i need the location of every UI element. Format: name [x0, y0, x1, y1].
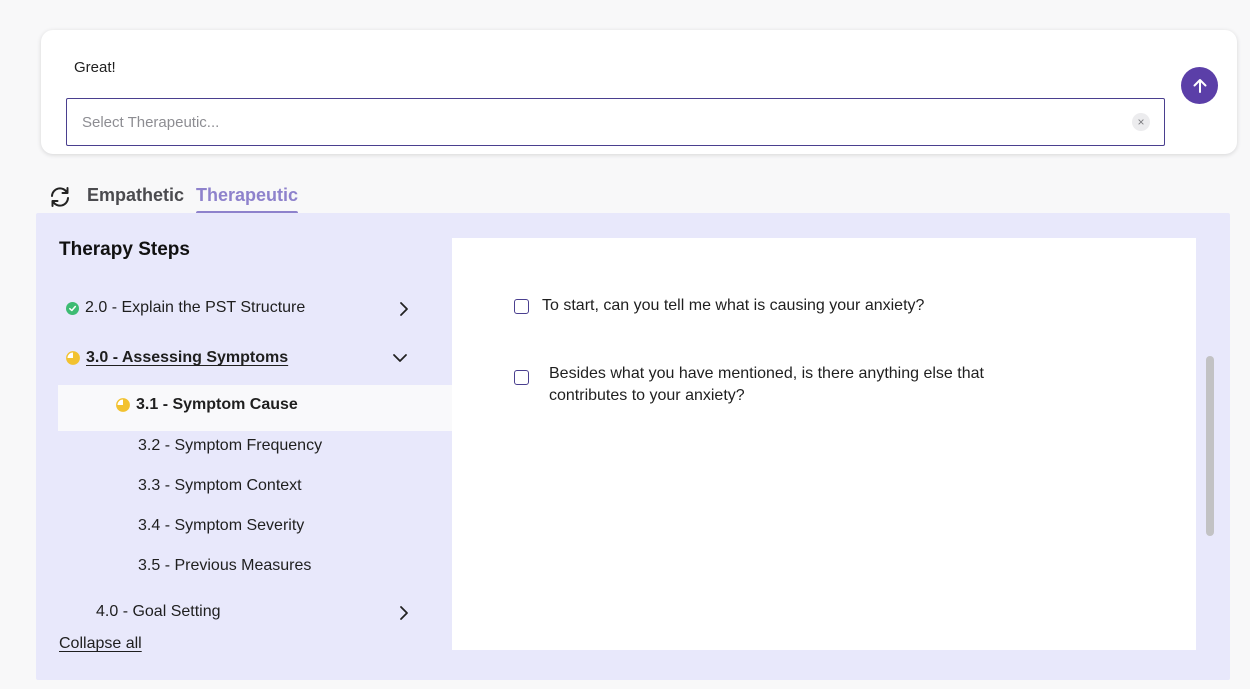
mode-tabs: Empathetic Therapeutic	[47, 180, 310, 215]
question-item: To start, can you tell me what is causin…	[514, 295, 1074, 317]
send-button[interactable]	[1181, 67, 1218, 104]
step-item-3-4[interactable]: 3.4 - Symptom Severity	[138, 517, 304, 535]
scrollbar-thumb[interactable]	[1206, 356, 1214, 536]
step-item-3-1[interactable]: 3.1 - Symptom Cause	[116, 396, 298, 414]
chevron-down-icon[interactable]	[392, 350, 408, 366]
refresh-icon[interactable]	[47, 184, 73, 210]
step-item-3-2[interactable]: 3.2 - Symptom Frequency	[138, 437, 322, 455]
step-item-3-5[interactable]: 3.5 - Previous Measures	[138, 557, 311, 575]
arrow-up-icon	[1193, 78, 1206, 93]
therapy-steps-title: Therapy Steps	[59, 239, 190, 260]
question-item: Besides what you have mentioned, is ther…	[514, 363, 1004, 407]
step-label: 3.0 - Assessing Symptoms	[86, 349, 289, 366]
step-label: 2.0 - Explain the PST Structure	[85, 299, 306, 316]
therapeutic-select-input[interactable]	[82, 113, 1132, 131]
question-checkbox[interactable]	[514, 370, 529, 385]
tab-empathetic[interactable]: Empathetic	[87, 183, 184, 212]
collapse-all-link[interactable]: Collapse all	[59, 635, 142, 653]
therapeutic-select[interactable]: ×	[66, 98, 1165, 146]
clear-icon[interactable]: ×	[1132, 113, 1150, 131]
question-text: Besides what you have mentioned, is ther…	[549, 365, 984, 404]
question-text: To start, can you tell me what is causin…	[542, 297, 925, 314]
step-item-2-0[interactable]: 2.0 - Explain the PST Structure	[66, 299, 305, 317]
progress-pie-icon	[116, 398, 130, 412]
step-label: 4.0 - Goal Setting	[96, 603, 221, 620]
chevron-right-icon[interactable]	[396, 605, 412, 621]
composer-card: Great! ×	[41, 30, 1237, 154]
question-list: To start, can you tell me what is causin…	[452, 238, 1196, 650]
check-circle-icon	[66, 301, 79, 315]
step-label: 3.3 - Symptom Context	[138, 477, 302, 494]
step-item-4-0[interactable]: 4.0 - Goal Setting	[96, 603, 221, 621]
chevron-right-icon[interactable]	[396, 301, 412, 317]
therapy-panel: Therapy Steps 2.0 - Explain the PST Stru…	[36, 213, 1230, 680]
composer-message: Great!	[74, 59, 116, 76]
step-item-3-0[interactable]: 3.0 - Assessing Symptoms	[66, 349, 288, 367]
step-label: 3.1 - Symptom Cause	[136, 396, 298, 413]
question-checkbox[interactable]	[514, 299, 529, 314]
step-label: 3.4 - Symptom Severity	[138, 517, 305, 534]
tab-therapeutic[interactable]: Therapeutic	[196, 183, 299, 215]
progress-pie-icon	[66, 351, 80, 365]
step-label: 3.5 - Previous Measures	[138, 557, 312, 574]
page: Great! × Empathetic Therapeutic Therapy …	[0, 0, 1250, 689]
step-item-3-3[interactable]: 3.3 - Symptom Context	[138, 477, 302, 495]
step-label: 3.2 - Symptom Frequency	[138, 437, 323, 454]
